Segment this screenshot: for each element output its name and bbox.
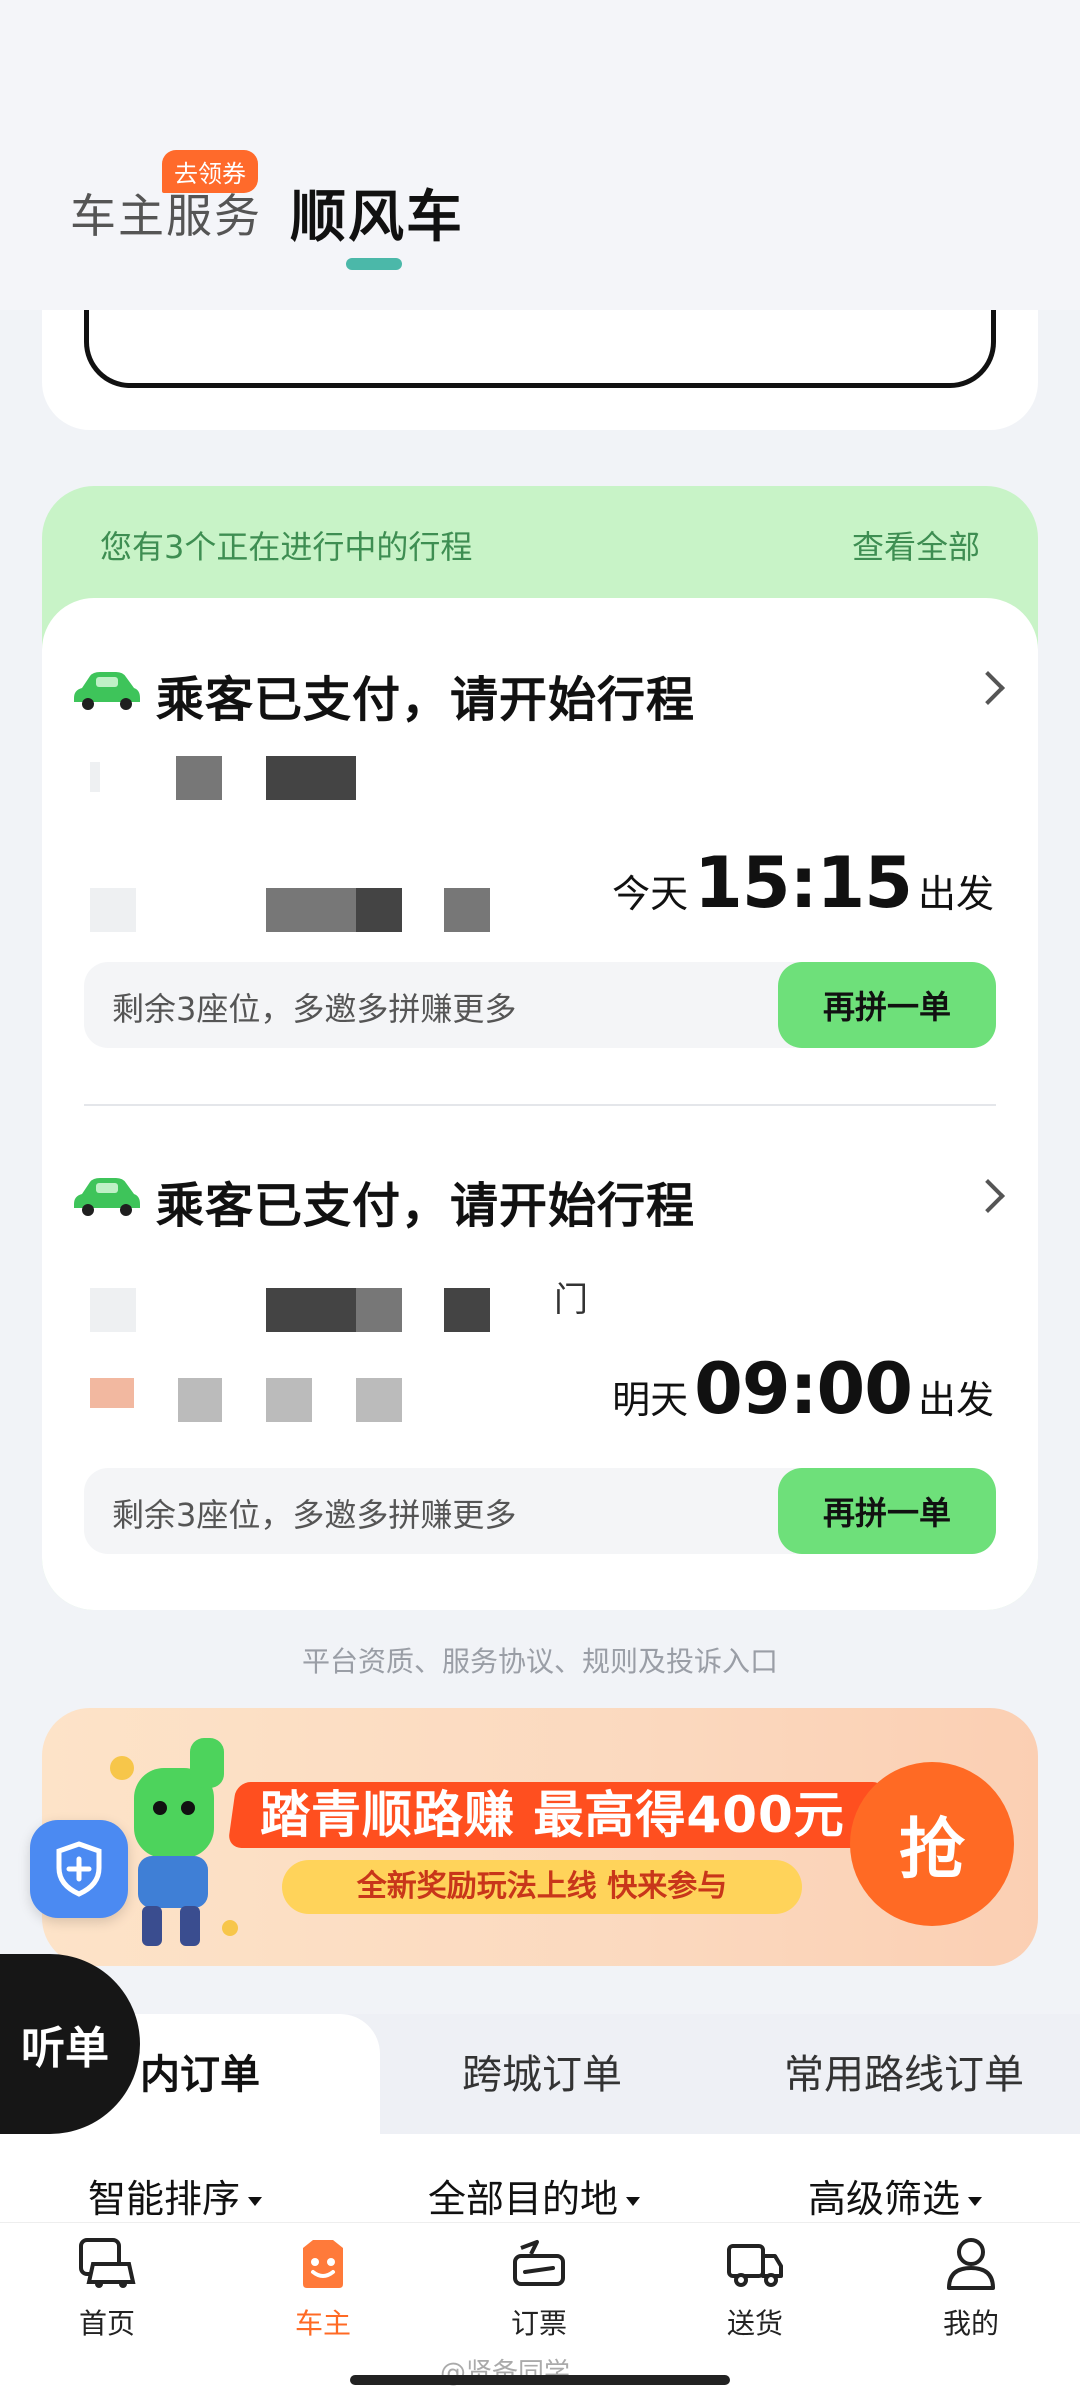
remaining-seats-text: 剩余3座位，多邀多拼赚更多 [112, 1496, 517, 1534]
start-address-tail: 门 [554, 1280, 588, 1320]
carpool-again-button[interactable]: 再拼一单 [778, 962, 996, 1048]
departure-time: 明天 09:00 出发 [612, 1348, 994, 1430]
trip-divider [84, 1104, 996, 1106]
trip-status: 乘客已支付，请开始行程 [156, 1178, 696, 1234]
redacted-end-address [356, 888, 402, 932]
active-tab-indicator [346, 258, 402, 270]
remaining-seats-bar: 剩余3座位，多邀多拼赚更多 再拼一单 [84, 962, 996, 1048]
person-icon [947, 2238, 995, 2290]
nav-home-label: 首页 [78, 2307, 135, 2340]
grab-button[interactable]: 抢 [850, 1762, 1014, 1926]
sort-filter-label: 智能排序 [88, 2177, 241, 2221]
car-icon [74, 1178, 140, 1216]
start-location-dot [90, 1288, 136, 1332]
nav-delivery[interactable]: 送货 [680, 2234, 830, 2342]
redacted-start-address [176, 756, 222, 800]
top-header: 车主服务 去领券 顺风车 [0, 0, 1080, 310]
driver-icon [303, 2240, 343, 2288]
tab-intercity-orders[interactable]: 跨城订单 [462, 2042, 622, 2100]
departure-clock: 09:00 [694, 1348, 913, 1430]
tab-ride[interactable]: 顺风车 [290, 172, 464, 253]
redacted-start-address [444, 1288, 490, 1332]
redacted-end-address [444, 888, 490, 932]
departure-clock: 15:15 [694, 842, 913, 924]
nav-driver-label: 车主 [294, 2307, 351, 2340]
caret-down-icon [968, 2197, 983, 2206]
carpool-again-button[interactable]: 再拼一单 [778, 1468, 996, 1554]
departure-time: 今天 15:15 出发 [612, 842, 994, 924]
remaining-seats-text: 剩余3座位，多邀多拼赚更多 [112, 990, 517, 1028]
end-location-dot [90, 1378, 134, 1408]
sort-filter[interactable]: 智能排序 [88, 2168, 263, 2223]
nav-tickets-label: 订票 [510, 2307, 567, 2340]
redacted-end-address [178, 1378, 222, 1422]
redacted-start-address [312, 1288, 358, 1332]
remaining-seats-bar: 剩余3座位，多邀多拼赚更多 再拼一单 [84, 1468, 996, 1554]
view-all-link[interactable]: 查看全部 [852, 522, 980, 568]
tab-route-orders[interactable]: 常用路线订单 [784, 2042, 1024, 2100]
end-location-dot [90, 888, 136, 932]
truck-icon [727, 2244, 783, 2287]
redacted-end-address [266, 888, 356, 932]
ongoing-trips-notice: 您有3个正在进行中的行程 [100, 528, 473, 566]
promo-banner[interactable]: 踏青顺路赚 最高得400元 全新奖励玩法上线 快来参与 抢 [42, 1708, 1038, 1966]
advanced-filter[interactable]: 高级筛选 [808, 2168, 983, 2223]
destination-filter[interactable]: 全部目的地 [428, 2168, 641, 2223]
redacted-start-address [266, 1288, 312, 1332]
departure-suffix: 出发 [917, 1378, 994, 1422]
departure-suffix: 出发 [917, 872, 994, 916]
shield-plus-icon [56, 1841, 102, 1897]
car-icon [74, 672, 140, 710]
platform-info-link[interactable]: 平台资质、服务协议、规则及投诉入口 [0, 1640, 1080, 1680]
start-location-dot [90, 762, 100, 792]
ticket-icon [513, 2240, 565, 2286]
trip-status: 乘客已支付，请开始行程 [156, 672, 696, 728]
destination-filter-label: 全部目的地 [428, 2177, 619, 2221]
nav-tickets[interactable]: 订票 [464, 2234, 614, 2342]
nav-profile-label: 我的 [942, 2307, 999, 2340]
departure-day: 明天 [612, 1378, 689, 1422]
safety-shield-button[interactable] [30, 1820, 128, 1918]
caret-down-icon [626, 2197, 641, 2206]
coupon-badge[interactable]: 去领券 [162, 150, 258, 193]
advanced-filter-label: 高级筛选 [808, 2177, 961, 2221]
nav-driver[interactable]: 车主 [248, 2234, 398, 2342]
banner-title: 踏青顺路赚 最高得400元 [227, 1782, 887, 1848]
banner-subtitle: 全新奖励玩法上线 快来参与 [282, 1860, 802, 1914]
redacted-end-address [266, 1378, 312, 1422]
caret-down-icon [248, 2197, 263, 2206]
nav-delivery-label: 送货 [726, 2307, 783, 2340]
redacted-start-address [266, 756, 356, 800]
home-indicator[interactable] [350, 2375, 730, 2385]
car-home-icon [79, 2238, 136, 2288]
departure-day: 今天 [612, 872, 689, 916]
redacted-end-address [356, 1378, 402, 1422]
banner-title-text: 踏青顺路赚 最高得400元 [260, 1786, 845, 1844]
nav-home[interactable]: 首页 [32, 2234, 182, 2342]
redacted-start-address [356, 1288, 402, 1332]
nav-profile[interactable]: 我的 [896, 2234, 1046, 2342]
tab-city-orders[interactable]: 内订单 [140, 2042, 260, 2100]
